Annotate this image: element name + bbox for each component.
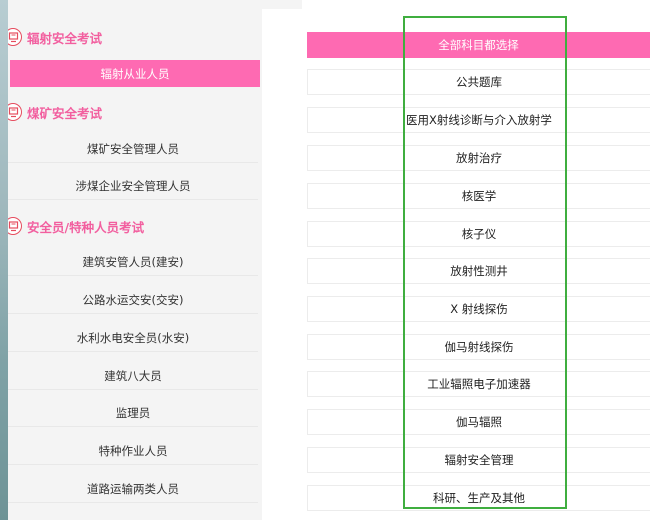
- sidebar-item-road-transport[interactable]: 道路运输两类人员: [8, 476, 258, 503]
- sidebar-item-radiation-worker[interactable]: 辐射从业人员: [10, 60, 260, 87]
- category-title: 辐射安全考试: [27, 30, 103, 46]
- subject-item[interactable]: 放射性测井: [307, 258, 650, 284]
- subject-item[interactable]: 工业辐照电子加速器: [307, 371, 650, 397]
- subject-item[interactable]: 医用X射线诊断与介入放射学: [307, 107, 650, 133]
- sidebar-item-label: 特种作业人员: [98, 444, 168, 458]
- subject-label: 放射性测井: [450, 264, 508, 278]
- subject-item[interactable]: 伽马辐照: [307, 409, 650, 435]
- left-window-edge: [0, 0, 8, 520]
- sidebar-item-coal-enterprise-manager[interactable]: 涉煤企业安全管理人员: [8, 173, 258, 200]
- subject-label: 辐射安全管理: [444, 453, 514, 467]
- subject-item[interactable]: X 射线探伤: [307, 296, 650, 322]
- subject-item[interactable]: 公共题库: [307, 69, 650, 95]
- sidebar-item-label: 煤矿安全管理人员: [87, 142, 179, 156]
- sidebar-item-label: 涉煤企业安全管理人员: [75, 179, 191, 193]
- select-all-subjects-button[interactable]: 全部科目都选择: [307, 32, 650, 58]
- sidebar-item-label: 辐射从业人员: [100, 66, 170, 81]
- sidebar-item-construction-safety[interactable]: 建筑安管人员(建安): [8, 249, 258, 276]
- sidebar-item-label: 监理员: [115, 406, 151, 420]
- sidebar-item-coal-safety-manager[interactable]: 煤矿安全管理人员: [8, 136, 258, 163]
- sidebar-item-supervisor[interactable]: 监理员: [8, 400, 258, 427]
- subject-label: 放射治疗: [456, 151, 502, 165]
- subject-header-label: 全部科目都选择: [438, 38, 519, 52]
- subject-label: 公共题库: [456, 75, 502, 89]
- subject-item[interactable]: 核子仪: [307, 221, 650, 247]
- sidebar-item-special-operations[interactable]: 特种作业人员: [8, 438, 258, 465]
- sidebar-item-water-conservancy[interactable]: 水利水电安全员(水安): [8, 325, 258, 352]
- subject-label: X 射线探伤: [450, 302, 508, 316]
- sidebar-item-highway-water-transport[interactable]: 公路水运交安(交安): [8, 287, 258, 314]
- subject-item[interactable]: 放射治疗: [307, 145, 650, 171]
- sidebar-item-label: 建筑安管人员(建安): [82, 255, 184, 269]
- subject-label: 工业辐照电子加速器: [427, 377, 531, 391]
- category-title: 安全员/特种人员考试: [27, 219, 145, 235]
- subject-label: 伽马辐照: [456, 415, 502, 429]
- subject-item[interactable]: 科研、生产及其他: [307, 485, 650, 511]
- category-radiation[interactable]: 辐射安全考试: [4, 23, 103, 51]
- sidebar-item-label: 水利水电安全员(水安): [76, 331, 190, 345]
- category-title: 煤矿安全考试: [27, 105, 103, 121]
- sidebar-item-label: 建筑八大员: [104, 369, 162, 383]
- category-coal-mine[interactable]: 煤矿安全考试: [4, 98, 103, 126]
- subject-label: 核医学: [461, 189, 497, 203]
- category-safety-officer[interactable]: 安全员/特种人员考试: [4, 212, 145, 240]
- top-edge: [262, 0, 302, 9]
- subject-label: 核子仪: [461, 227, 497, 241]
- sidebar-item-construction-eight[interactable]: 建筑八大员: [8, 363, 258, 390]
- subject-item[interactable]: 核医学: [307, 183, 650, 209]
- sidebar: 辐射安全考试 辐射从业人员 煤矿安全考试 煤矿安全管理人员 涉煤企业安全管理人员…: [0, 0, 262, 520]
- subject-item[interactable]: 辐射安全管理: [307, 447, 650, 473]
- sidebar-inner: 辐射安全考试 辐射从业人员 煤矿安全考试 煤矿安全管理人员 涉煤企业安全管理人员…: [4, 0, 262, 520]
- subject-label: 科研、生产及其他: [433, 491, 525, 505]
- subject-label: 伽马射线探伤: [444, 340, 514, 354]
- subject-label: 医用X射线诊断与介入放射学: [406, 113, 552, 127]
- subject-item[interactable]: 伽马射线探伤: [307, 334, 650, 360]
- sidebar-item-label: 道路运输两类人员: [87, 482, 179, 496]
- sidebar-item-label: 公路水运交安(交安): [82, 293, 184, 307]
